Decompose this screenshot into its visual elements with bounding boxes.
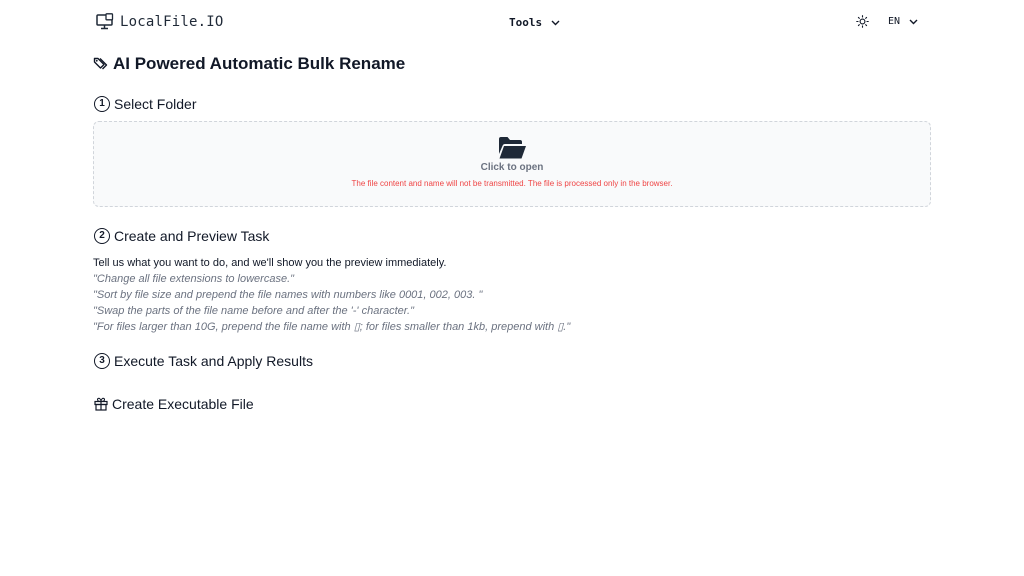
- logo-text: LocalFile.IO: [120, 13, 224, 30]
- click-to-open-label: Click to open: [480, 162, 544, 173]
- task-example[interactable]: "Swap the parts of the file name before …: [93, 303, 570, 319]
- logo-link[interactable]: LocalFile.IO: [96, 13, 224, 30]
- step-create-task-heading: 2 Create and Preview Task: [94, 228, 269, 244]
- page-title-text: AI Powered Automatic Bulk Rename: [113, 54, 406, 73]
- page-title: AI Powered Automatic Bulk Rename: [93, 54, 405, 74]
- step-select-folder-heading: 1 Select Folder: [94, 96, 196, 112]
- tags-icon: [93, 57, 108, 69]
- tools-label: Tools: [509, 16, 543, 29]
- task-description: Tell us what you want to do, and we'll s…: [93, 255, 570, 335]
- task-example[interactable]: "For files larger than 10G, prepend the …: [93, 319, 570, 335]
- task-example[interactable]: "Change all file extensions to lowercase…: [93, 271, 570, 287]
- step-number-badge: 1: [94, 96, 110, 112]
- task-example[interactable]: "Sort by file size and prepend the file …: [93, 287, 570, 303]
- step-execute-task-heading: 3 Execute Task and Apply Results: [94, 353, 313, 369]
- theme-toggle-button[interactable]: [856, 15, 869, 28]
- language-label: EN: [888, 16, 901, 27]
- step-number-badge: 2: [94, 228, 110, 244]
- section-title: Create Executable File: [112, 396, 254, 412]
- privacy-notice: The file content and name will not be tr…: [351, 179, 673, 188]
- top-navbar: LocalFile.IO Tools EN: [0, 0, 1024, 46]
- chevron-down-icon: [909, 19, 918, 24]
- gift-icon: [94, 397, 108, 411]
- chevron-down-icon: [551, 20, 560, 25]
- step-title: Select Folder: [114, 96, 197, 112]
- folder-open-icon: [499, 137, 526, 159]
- step-title: Create and Preview Task: [114, 228, 270, 244]
- task-intro-text: Tell us what you want to do, and we'll s…: [93, 257, 447, 269]
- tools-menu[interactable]: Tools: [509, 16, 560, 29]
- step-number-badge: 3: [94, 353, 110, 369]
- step-title: Execute Task and Apply Results: [114, 353, 313, 369]
- monitor-icon: [96, 13, 114, 30]
- language-selector[interactable]: EN: [888, 16, 918, 27]
- header-controls: EN: [856, 15, 918, 28]
- create-executable-file-heading: Create Executable File: [94, 396, 254, 412]
- sun-icon: [856, 15, 869, 28]
- folder-dropzone[interactable]: Click to open The file content and name …: [93, 121, 931, 207]
